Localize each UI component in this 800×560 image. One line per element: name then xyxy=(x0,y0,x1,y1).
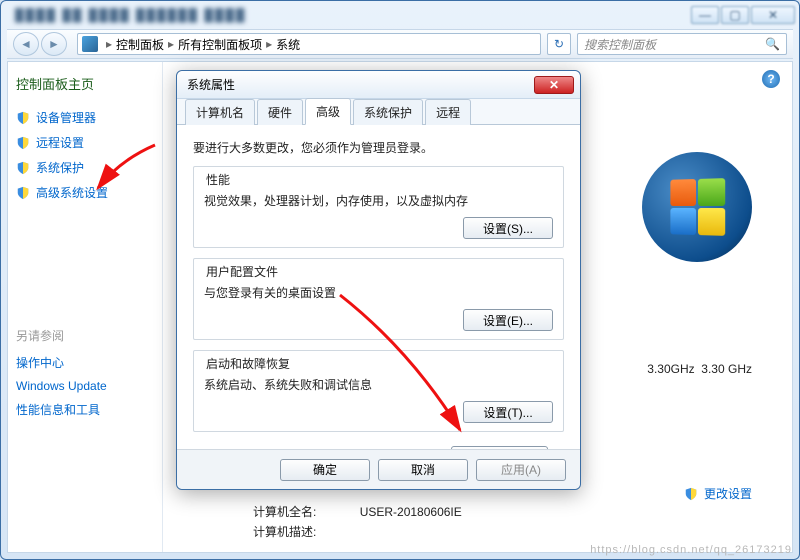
titlebar-blur: ████ ██ ████ ██████ ████ xyxy=(5,8,689,22)
dialog-titlebar[interactable]: 系统属性 ✕ xyxy=(177,71,580,99)
change-settings-label: 更改设置 xyxy=(704,485,752,502)
sidebar-link-performance-info[interactable]: 性能信息和工具 xyxy=(16,397,154,422)
sidebar: 控制面板主页 设备管理器 远程设置 系统保护 高级系统设置 另请参阅 操作中心 … xyxy=(8,62,163,552)
shield-icon xyxy=(16,161,30,175)
windows-logo xyxy=(642,152,752,262)
sidebar-item-label: 系统保护 xyxy=(36,159,84,176)
sidebar-item-label: 设备管理器 xyxy=(36,109,96,126)
chevron-right-icon: ▸ xyxy=(262,37,276,51)
tab-advanced[interactable]: 高级 xyxy=(305,98,351,125)
close-button[interactable]: ✕ xyxy=(751,6,795,24)
nav-forward-button[interactable]: ► xyxy=(41,32,67,56)
group-performance: 性能 视觉效果，处理器计划，内存使用，以及虚拟内存 设置(S)... xyxy=(193,166,564,248)
sidebar-link-action-center[interactable]: 操作中心 xyxy=(16,350,154,375)
breadcrumb[interactable]: ▸ 控制面板 ▸ 所有控制面板项 ▸ 系统 xyxy=(77,33,541,55)
sidebar-item-label: 高级系统设置 xyxy=(36,184,108,201)
help-icon[interactable]: ? xyxy=(762,70,780,88)
system-properties-dialog: 系统属性 ✕ 计算机名 硬件 高级 系统保护 远程 要进行大多数更改，您必须作为… xyxy=(176,70,581,490)
tabstrip: 计算机名 硬件 高级 系统保护 远程 xyxy=(177,99,580,125)
window-controls: — ▢ ✕ xyxy=(689,6,795,24)
dialog-close-button[interactable]: ✕ xyxy=(534,76,574,94)
tab-remote[interactable]: 远程 xyxy=(425,99,471,125)
dialog-body: 要进行大多数更改，您必须作为管理员登录。 性能 视觉效果，处理器计划，内存使用，… xyxy=(177,125,580,478)
maximize-button[interactable]: ▢ xyxy=(721,6,749,24)
sidebar-item-device-manager[interactable]: 设备管理器 xyxy=(16,105,154,130)
tab-system-protection[interactable]: 系统保护 xyxy=(353,99,423,125)
window-titlebar: ████ ██ ████ ██████ ████ — ▢ ✕ xyxy=(1,1,799,29)
admin-instruction: 要进行大多数更改，您必须作为管理员登录。 xyxy=(193,139,564,156)
group-startup-title: 启动和故障恢复 xyxy=(204,357,292,371)
search-input[interactable]: 搜索控制面板 🔍 xyxy=(577,33,787,55)
apply-button[interactable]: 应用(A) xyxy=(476,459,566,481)
computer-info: 计算机全名: USER-20180606IE 计算机描述: xyxy=(253,502,462,542)
group-user-profiles: 用户配置文件 与您登录有关的桌面设置 设置(E)... xyxy=(193,258,564,340)
flag-blue xyxy=(670,208,696,235)
watermark: https://blog.csdn.net/qq_26173219 xyxy=(590,544,792,556)
chevron-right-icon: ▸ xyxy=(102,37,116,51)
sidebar-item-remote-settings[interactable]: 远程设置 xyxy=(16,130,154,155)
group-performance-desc: 视觉效果，处理器计划，内存使用，以及虚拟内存 xyxy=(204,192,553,209)
startup-settings-button[interactable]: 设置(T)... xyxy=(463,401,553,423)
group-performance-title: 性能 xyxy=(204,173,232,187)
tab-computer-name[interactable]: 计算机名 xyxy=(185,99,255,125)
address-toolbar: ◄ ► ▸ 控制面板 ▸ 所有控制面板项 ▸ 系统 ↻ 搜索控制面板 🔍 xyxy=(7,29,793,59)
cancel-button[interactable]: 取消 xyxy=(378,459,468,481)
ok-button[interactable]: 确定 xyxy=(280,459,370,481)
computer-name-value: USER-20180606IE xyxy=(360,505,462,519)
sidebar-item-label: 远程设置 xyxy=(36,134,84,151)
group-startup-desc: 系统启动、系统失败和调试信息 xyxy=(204,376,553,393)
minimize-button[interactable]: — xyxy=(691,6,719,24)
computer-name-label: 计算机全名: xyxy=(253,505,316,519)
nav-back-button[interactable]: ◄ xyxy=(13,32,39,56)
breadcrumb-all-items[interactable]: 所有控制面板项 xyxy=(178,36,262,53)
shield-icon xyxy=(16,111,30,125)
chevron-right-icon: ▸ xyxy=(164,37,178,51)
dialog-title: 系统属性 xyxy=(183,76,534,93)
sidebar-item-system-protection[interactable]: 系统保护 xyxy=(16,155,154,180)
group-startup-recovery: 启动和故障恢复 系统启动、系统失败和调试信息 设置(T)... xyxy=(193,350,564,432)
search-placeholder: 搜索控制面板 xyxy=(584,36,656,53)
group-profiles-title: 用户配置文件 xyxy=(204,265,280,279)
flag-yellow xyxy=(698,208,725,236)
refresh-button[interactable]: ↻ xyxy=(547,33,571,55)
shield-icon xyxy=(684,487,698,501)
cpu-frequency: 3.30GHz 3.30 GHz xyxy=(647,362,752,376)
breadcrumb-control-panel[interactable]: 控制面板 xyxy=(116,36,164,53)
shield-icon xyxy=(16,136,30,150)
sidebar-link-windows-update[interactable]: Windows Update xyxy=(16,375,154,397)
sidebar-item-advanced-settings[interactable]: 高级系统设置 xyxy=(16,180,154,205)
tab-hardware[interactable]: 硬件 xyxy=(257,99,303,125)
flag-red xyxy=(670,179,696,206)
flag-green xyxy=(698,178,725,206)
sidebar-bottom-group: 另请参阅 操作中心 Windows Update 性能信息和工具 xyxy=(16,319,154,422)
profiles-settings-button[interactable]: 设置(E)... xyxy=(463,309,553,331)
computer-desc-label: 计算机描述: xyxy=(253,525,316,539)
control-panel-icon xyxy=(82,36,98,52)
group-profiles-desc: 与您登录有关的桌面设置 xyxy=(204,284,553,301)
search-icon: 🔍 xyxy=(765,37,780,51)
shield-icon xyxy=(16,186,30,200)
sidebar-home-link[interactable]: 控制面板主页 xyxy=(16,74,154,93)
change-settings-link[interactable]: 更改设置 xyxy=(684,485,752,502)
dialog-footer: 确定 取消 应用(A) xyxy=(177,449,580,489)
performance-settings-button[interactable]: 设置(S)... xyxy=(463,217,553,239)
see-also-label: 另请参阅 xyxy=(16,327,154,344)
breadcrumb-system[interactable]: 系统 xyxy=(276,36,300,53)
